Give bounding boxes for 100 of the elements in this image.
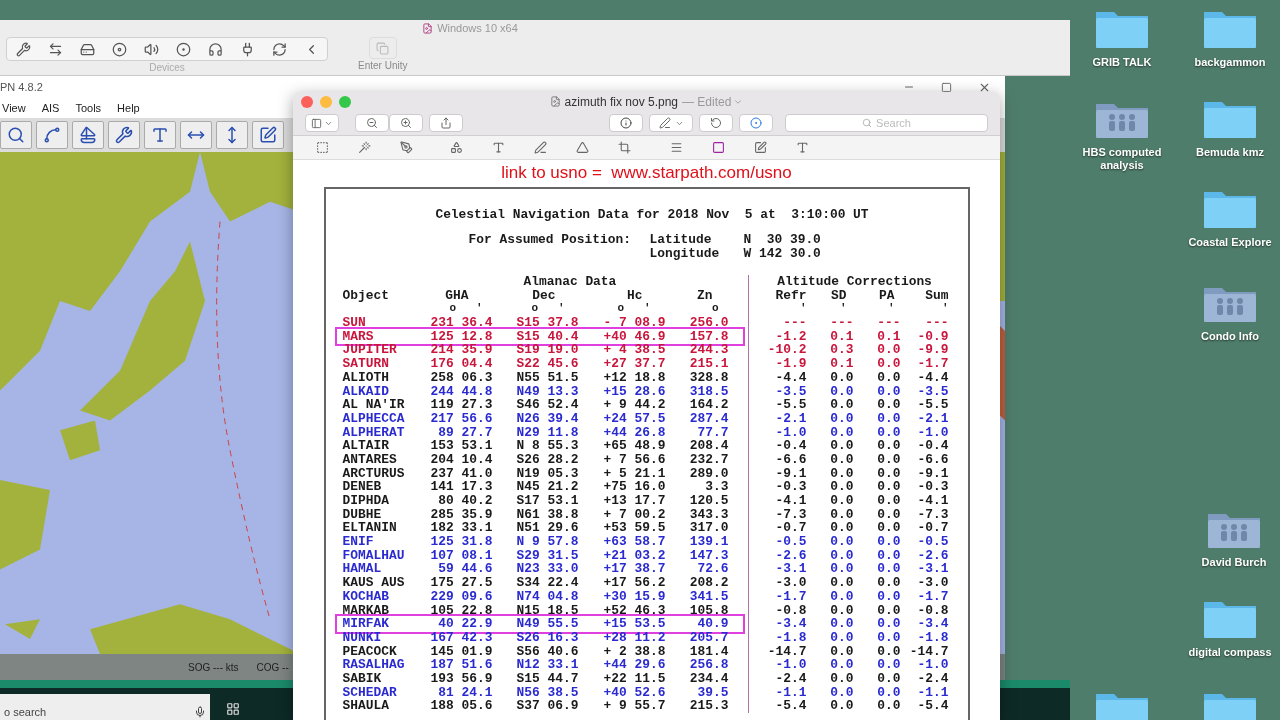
table-cell-text: -9.1 [774,466,807,481]
column-header: SD [831,288,847,303]
table-cell-text: DUBHE [342,507,383,522]
table-cell-text: --- [876,316,901,330]
table-cell-text: +27 37.7 [602,357,666,371]
column-header: PA [879,288,895,303]
zoom-in-button[interactable] [389,114,423,133]
table-cell-text: 0.0 [876,576,901,590]
table-cell-text: 0.0 [876,630,901,645]
table-cell-text: -0.8 [774,603,807,618]
table-cell-text: N49 55.5 [515,617,579,631]
unit-mark: ' [839,302,847,317]
table-cell-text: 0.0 [876,384,901,399]
table-cell-text: N51 29.6 [515,521,579,536]
menu-item[interactable]: AIS [41,99,60,117]
table-cell-text: S22 45.6 [515,357,579,371]
zoom-in-icon [400,117,412,130]
boat-icon[interactable] [72,121,104,149]
group-header: Almanac Data [523,274,617,289]
table-cell-text: 80 40.2 [437,494,493,508]
magnifier-icon[interactable] [0,121,32,149]
edit-icon[interactable] [252,121,284,149]
table-cell-text: S26 28.2 [515,452,579,467]
maximize-icon[interactable] [941,81,952,93]
table-cell-text: N55 51.5 [515,370,579,385]
horizontal-arrows-icon[interactable] [180,121,212,149]
table-cell-text: N56 38.5 [515,685,579,700]
table-cell-text: -1.0 [916,658,949,672]
table-cell-text: -5.5 [774,398,807,412]
status-text: COG -- [256,660,289,675]
table-cell-text: 0.0 [829,617,854,631]
table-cell-text: 244 44.8 [429,384,493,399]
table-cell-text: 232.7 [688,452,729,467]
menu-item[interactable]: Help [117,99,140,117]
close-button[interactable] [301,96,313,108]
table-cell-text: 120.5 [688,494,729,508]
table-cell-text: -1.0 [916,425,949,440]
markup-button[interactable] [739,114,773,133]
unit-mark: o ' [531,302,565,317]
unit-mark: o [711,302,719,317]
table-cell-text: N29 11.8 [515,425,579,440]
table-cell-text: 176 04.4 [429,357,493,371]
folder-label: digital compass [1188,646,1272,659]
table-cell-text: -6.6 [916,452,949,467]
table-cell-text: -9.9 [916,343,949,358]
table-cell-text: -0.7 [774,521,807,536]
vertical-arrows-icon[interactable] [216,121,248,149]
table-cell-text: --- [829,316,854,330]
zoom-out-button[interactable] [355,114,389,133]
unit-mark: ' [941,302,949,317]
column-header: Object [342,288,389,303]
table-cell-text: 40 22.9 [437,617,493,631]
info-button[interactable] [609,114,643,133]
menu-item[interactable]: View [2,99,26,117]
table-cell-text: -1.7 [916,589,949,604]
table-cell-text: -1.8 [774,630,807,645]
table-cell-text: 0.0 [876,357,901,371]
table-cell-text: -3.1 [774,562,807,577]
task-view-icon[interactable] [226,702,240,716]
status-text: SOG --- kts [188,660,239,675]
wrench-icon[interactable] [108,121,140,149]
table-cell-text: -0.5 [916,535,949,549]
markup-pen-button[interactable] [649,114,693,133]
table-cell-text: -4.1 [916,494,949,508]
table-cell-text: -2.1 [774,411,807,426]
table-cell-text: 343.3 [688,507,729,522]
table-cell-text: 0.0 [829,425,854,440]
microphone-icon[interactable] [194,706,206,718]
search-field[interactable]: o search [0,694,210,720]
table-cell-text: 0.0 [876,562,901,577]
longitude-label: Longitude [649,247,721,261]
table-cell-text: +13 17.7 [602,494,666,508]
table-cell-text: -2.1 [916,411,949,426]
table-cell-text: 214 35.9 [429,343,493,358]
table-cell-text: 125 31.8 [429,535,493,549]
table-cell-text: 256.0 [688,316,729,330]
sidebar-button[interactable] [305,114,339,133]
table-cell-text: 0.0 [876,494,901,508]
table-cell-text: 285 35.9 [429,507,493,522]
route-icon[interactable] [36,121,68,149]
table-cell-text: N19 05.3 [515,466,579,481]
table-cell-text: 0.0 [876,507,901,522]
table-cell-text: 318.5 [688,384,729,399]
table-cell-text: -1.9 [774,357,807,371]
text-tool-icon[interactable] [144,121,176,149]
info-icon [620,117,632,130]
table-cell-text: ALPHERAT [342,425,406,440]
table-cell-text: 147.3 [688,548,729,563]
table-cell-text: -0.7 [916,521,949,536]
table-cell-text: +63 58.7 [602,535,666,549]
rotate-button[interactable] [699,114,733,133]
table-cell-text: ALTAIR [342,439,390,453]
folder-label: backgammon [1194,56,1266,69]
table-cell-text: +40 46.9 [602,329,666,344]
table-cell-text: -1.1 [916,685,949,700]
menu-item[interactable]: Tools [75,99,102,117]
edited-status: — Edited [682,93,732,111]
table-cell-text: 0.1 [829,357,854,371]
table-cell-text: 0.0 [876,617,901,631]
table-cell-text: 0.0 [829,576,854,590]
